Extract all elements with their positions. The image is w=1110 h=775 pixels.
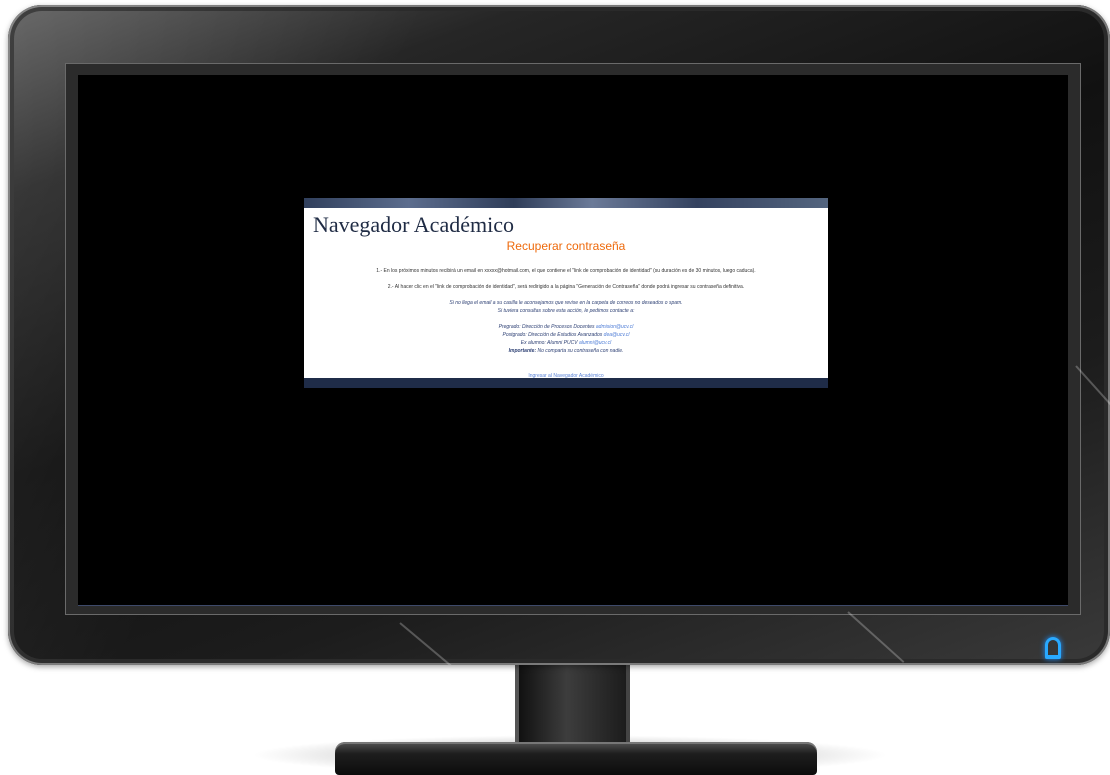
bezel-reflection xyxy=(399,622,455,665)
important-label: Importante: xyxy=(508,348,537,354)
page-heading: Recuperar contraseña xyxy=(506,239,626,253)
monitor-stand-base xyxy=(335,742,817,775)
instruction-step-2: 2.- Al hacer clic en el "link de comprob… xyxy=(387,284,745,290)
contact-pregrado: Pregrado: Dirección de Procesos Docentes… xyxy=(304,324,828,330)
contact-label: Ex alumno: Alumni PUCV xyxy=(520,340,578,346)
bezel-reflection xyxy=(847,611,905,663)
contact-email-link[interactable]: alumni@ucv.cl xyxy=(579,340,611,346)
contact-intro: Si tuviera consultas sobre esta acción, … xyxy=(497,308,635,314)
page-header-banner xyxy=(304,198,828,208)
contact-email-link[interactable]: dea@ucv.cl xyxy=(604,332,630,338)
spam-note: Si no llega el email a su casilla le aco… xyxy=(449,300,683,306)
enter-navegador-link[interactable]: Ingresar al Navegador Académico xyxy=(304,373,828,379)
contact-label: Postgrado: Dirección de Estudios Avanzad… xyxy=(502,332,603,338)
contact-label: Pregrado: Dirección de Procesos Docentes xyxy=(498,324,595,330)
contact-alumni: Ex alumno: Alumni PUCV alumni@ucv.cl xyxy=(304,340,828,346)
page-footer-bar xyxy=(304,378,828,388)
monitor-stand-neck xyxy=(515,665,630,745)
contact-email-link[interactable]: admision@ucv.cl xyxy=(596,324,634,330)
site-title: Navegador Académico xyxy=(313,212,514,237)
power-led-icon[interactable] xyxy=(1045,637,1061,659)
instruction-step-1: 1.- En los próximos minutos recibirá un … xyxy=(376,268,756,274)
important-note: Importante: No comparta su contraseña co… xyxy=(304,348,828,354)
contact-postgrado: Postgrado: Dirección de Estudios Avanzad… xyxy=(304,332,828,338)
embedded-web-page: Navegador Académico Recuperar contraseña… xyxy=(304,198,828,388)
important-text: No comparta su contraseña con nadie. xyxy=(537,348,624,354)
